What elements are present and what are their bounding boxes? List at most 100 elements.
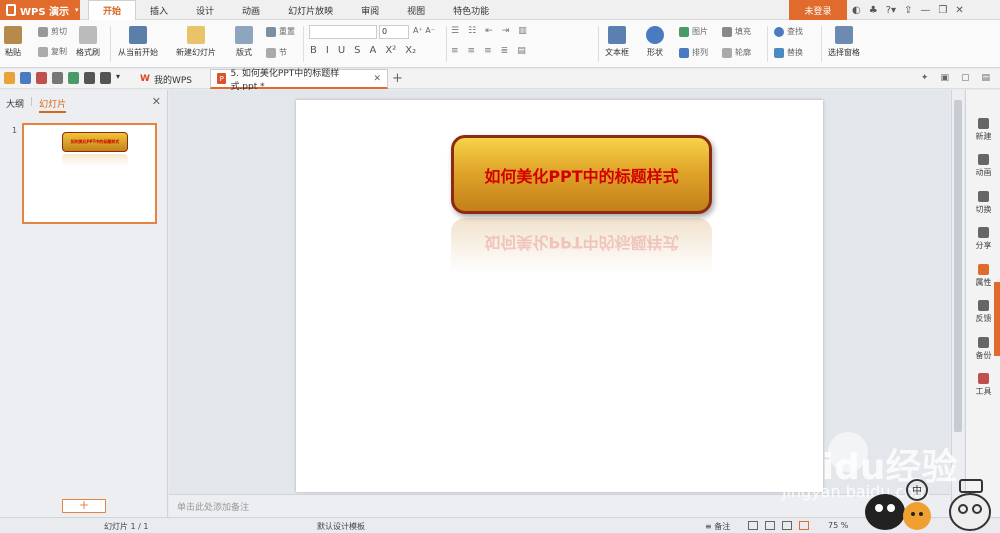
export-pdf-icon[interactable]: [36, 72, 47, 84]
slide-title[interactable]: 如何美化PPT中的标题样式: [484, 163, 678, 187]
close-tab-icon[interactable]: ✕: [373, 74, 381, 84]
italic-icon[interactable]: I: [326, 45, 329, 56]
chevron-down-icon[interactable]: ▾: [116, 72, 127, 84]
redo-icon[interactable]: [100, 72, 111, 84]
app-menu-button[interactable]: WPS 演示 ▾: [0, 0, 80, 20]
login-button[interactable]: 未登录: [789, 0, 847, 20]
new-slide-button[interactable]: 新建幻灯片: [176, 26, 216, 58]
bullet-list-icon[interactable]: ☰: [451, 26, 459, 36]
pin-icon[interactable]: ✦: [921, 73, 929, 83]
find-button[interactable]: 查找: [774, 26, 803, 37]
print-icon[interactable]: [52, 72, 63, 84]
select-pane-button[interactable]: 选择窗格: [828, 26, 860, 58]
tab-outline[interactable]: 大纲: [6, 97, 24, 113]
shirt-icon[interactable]: ♣: [869, 5, 878, 16]
align-center-icon[interactable]: ≡: [468, 46, 476, 56]
picture-button[interactable]: 图片: [679, 26, 708, 37]
save-icon[interactable]: [20, 72, 31, 84]
undo-icon[interactable]: [84, 72, 95, 84]
replace-button[interactable]: 替换: [774, 47, 803, 58]
tab-insert[interactable]: 插入: [136, 0, 182, 20]
text-box-button[interactable]: 文本框: [605, 26, 629, 58]
arrange-button[interactable]: 排列: [679, 47, 708, 58]
preview-icon[interactable]: [68, 72, 79, 84]
help-icon[interactable]: ?▾: [886, 5, 896, 16]
outline-button[interactable]: 轮廓: [722, 47, 751, 58]
design-template[interactable]: 默认设计模板: [317, 521, 365, 532]
slide-thumbnail[interactable]: 如何美化PPT中的标题样式: [22, 123, 157, 224]
skin-icon[interactable]: ◐: [852, 5, 861, 16]
title-shape[interactable]: 如何美化PPT中的标题样式: [451, 135, 712, 214]
outline-icon: [722, 47, 732, 58]
bold-icon[interactable]: B: [310, 45, 317, 56]
sorter-view-icon[interactable]: [765, 521, 775, 530]
tab-animation[interactable]: 动画: [228, 0, 274, 20]
columns-icon[interactable]: ▥: [518, 26, 527, 36]
window-icon[interactable]: ▢: [961, 73, 970, 83]
format-painter-button[interactable]: 格式刷: [76, 26, 100, 58]
play-from-current-button[interactable]: 从当前开始: [118, 26, 158, 58]
subscript-icon[interactable]: X₂: [405, 45, 416, 56]
upload-icon[interactable]: ⇪: [904, 5, 912, 16]
layout-button[interactable]: 版式: [235, 26, 253, 58]
slide-canvas[interactable]: 如何美化PPT中的标题样式 如何美化PPT中的标题样式: [296, 100, 823, 492]
font-grow-button[interactable]: A⁺ A⁻: [413, 26, 435, 35]
restore-icon[interactable]: ❐: [938, 5, 947, 16]
panel-tabs: 大纲 | 幻灯片: [6, 97, 67, 113]
tab-document[interactable]: P 5. 如何美化PPT中的标题样式.ppt * ✕: [210, 69, 388, 92]
close-panel-icon[interactable]: ✕: [152, 95, 161, 108]
add-slide-button[interactable]: +: [62, 499, 106, 513]
tab-design[interactable]: 设计: [182, 0, 228, 20]
tab-slideshow[interactable]: 幻灯片放映: [274, 0, 347, 20]
new-slide-label: 新建幻灯片: [176, 48, 216, 57]
strikethrough-icon[interactable]: S: [354, 45, 360, 56]
superscript-icon[interactable]: X²: [385, 45, 396, 56]
wps-icon: W: [140, 74, 150, 84]
font-size-select[interactable]: 0: [379, 25, 409, 39]
tab-special[interactable]: 特色功能: [439, 0, 503, 20]
zoom-level[interactable]: 75 %: [828, 521, 848, 530]
reading-view-icon[interactable]: [782, 521, 792, 530]
distribute-icon[interactable]: ▤: [517, 46, 526, 56]
underline-icon[interactable]: U: [338, 45, 345, 56]
reset-button[interactable]: 重置: [266, 26, 295, 37]
paste-button[interactable]: 粘贴: [4, 26, 22, 58]
layout-toggle-icon[interactable]: ▤: [981, 73, 990, 83]
section-button[interactable]: 节: [266, 47, 287, 58]
shape-button[interactable]: 形状: [646, 26, 664, 58]
notes-toggle[interactable]: ≡ 备注: [705, 521, 730, 532]
fill-button[interactable]: 填充: [722, 26, 751, 37]
align-left-icon[interactable]: ≡: [451, 46, 459, 56]
sidebar-item-tools[interactable]: 工具: [966, 373, 1000, 397]
tab-review[interactable]: 审阅: [347, 0, 393, 20]
new-tab-icon[interactable]: +: [392, 71, 403, 86]
right-quick-icons: ✦ ▣ ▢ ▤: [921, 73, 990, 83]
sidebar-expand-handle[interactable]: [994, 282, 1000, 356]
text-box-label: 文本框: [605, 48, 629, 57]
font-color-icon[interactable]: A: [370, 45, 377, 56]
font-family-select[interactable]: [309, 25, 377, 39]
align-right-icon[interactable]: ≡: [484, 46, 492, 56]
sidebar-item-animation[interactable]: 动画: [966, 154, 1000, 178]
view-icon[interactable]: ▣: [940, 73, 949, 83]
justify-icon[interactable]: ≣: [501, 46, 509, 56]
sidebar-item-new[interactable]: 新建: [966, 118, 1000, 142]
copy-button[interactable]: 复制: [38, 46, 67, 57]
outline-label: 轮廓: [735, 48, 751, 57]
sidebar-item-share[interactable]: 分享: [966, 227, 1000, 251]
minimize-icon[interactable]: —: [920, 5, 930, 16]
tab-my-wps[interactable]: W 我的WPS: [134, 69, 198, 89]
cut-button[interactable]: 剪切: [38, 26, 67, 37]
tab-view[interactable]: 视图: [393, 0, 439, 20]
tab-slides[interactable]: 幻灯片: [39, 97, 67, 113]
close-icon[interactable]: ✕: [955, 5, 963, 16]
outdent-icon[interactable]: ⇥: [502, 26, 510, 36]
tab-home[interactable]: 开始: [88, 0, 137, 20]
normal-view-icon[interactable]: [748, 521, 758, 530]
indent-icon[interactable]: ⇤: [485, 26, 493, 36]
scroll-thumb[interactable]: [954, 100, 962, 432]
open-folder-icon[interactable]: [4, 72, 15, 84]
play-icon[interactable]: [799, 521, 809, 530]
sidebar-item-transition[interactable]: 切换: [966, 191, 1000, 215]
numbered-list-icon[interactable]: ☷: [468, 26, 476, 36]
